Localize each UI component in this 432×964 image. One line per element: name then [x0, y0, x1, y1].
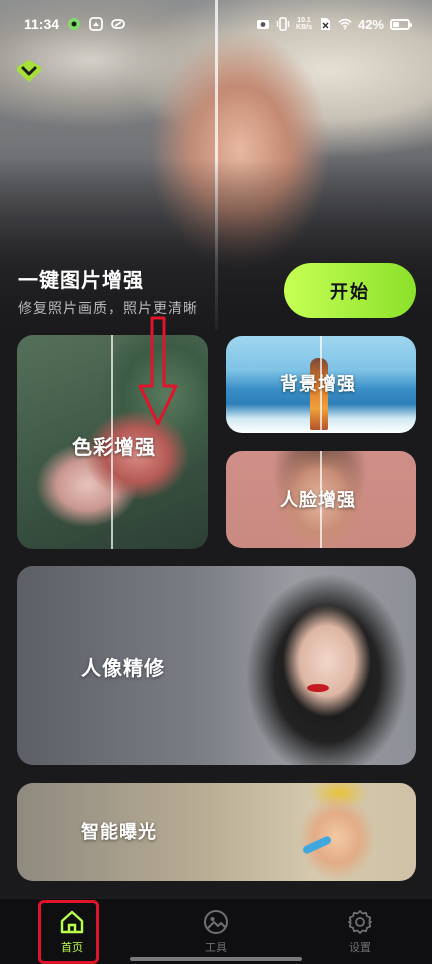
battery-icon: [390, 18, 412, 30]
chevron-down-icon: [17, 60, 41, 82]
nav-home[interactable]: 首页: [32, 909, 112, 959]
smart-exposure-card[interactable]: 智能曝光: [17, 783, 416, 881]
status-bar: 11:34 10.1 KB/s 42%: [0, 0, 432, 48]
gear-icon: [348, 910, 372, 934]
face-enhance-label: 人脸增强: [280, 490, 356, 511]
net-speed: 10.1 KB/s: [296, 17, 312, 31]
hero-subtitle: 修复照片画质，照片更清晰: [18, 301, 198, 317]
status-left: 11:34: [24, 16, 125, 32]
app-notification-icon: [68, 18, 81, 30]
home-icon: [60, 910, 84, 934]
portrait-lips: [307, 684, 329, 692]
nav-tools-label: 工具: [205, 941, 227, 954]
portrait-retouch-card[interactable]: 人像精修: [17, 566, 416, 765]
color-enhance-card[interactable]: 色彩增强: [17, 335, 208, 549]
nav-settings-label: 设置: [349, 941, 371, 954]
nav-settings[interactable]: 设置: [320, 909, 400, 959]
background-enhance-card[interactable]: 背景增强: [226, 336, 416, 433]
background-enhance-label: 背景增强: [280, 374, 356, 395]
collapse-button[interactable]: [14, 56, 44, 86]
color-enhance-label: 色彩增强: [72, 435, 156, 459]
vibrate-icon: [276, 17, 290, 31]
bottom-nav: 首页 工具 设置: [0, 898, 432, 964]
net-speed-unit: KB/s: [296, 24, 312, 31]
net-speed-value: 10.1: [297, 17, 311, 24]
battery-fill: [393, 21, 399, 27]
battery-percent: 42%: [357, 16, 384, 32]
home-indicator[interactable]: [130, 957, 302, 961]
toothbrush: [301, 835, 333, 855]
smart-exposure-label: 智能曝光: [81, 822, 157, 843]
wifi-icon: [338, 18, 352, 30]
gallery-icon: [89, 17, 103, 31]
face-enhance-card[interactable]: 人脸增强: [226, 451, 416, 548]
start-button[interactable]: 开始: [284, 263, 416, 318]
camera-icon: [257, 20, 270, 29]
image-tool-icon: [204, 910, 228, 934]
status-time: 11:34: [24, 16, 60, 32]
sim-off-icon: [320, 18, 330, 30]
nav-home-label: 首页: [61, 941, 83, 954]
hero-title: 一键图片增强: [18, 268, 144, 292]
app-screen: 11:34 10.1 KB/s 42% 一键图片增强 修复照片画质，照片更清晰 …: [0, 0, 432, 964]
link-icon: [111, 19, 125, 29]
nav-tools[interactable]: 工具: [176, 909, 256, 959]
portrait-retouch-label: 人像精修: [81, 656, 165, 680]
status-right: 10.1 KB/s 42%: [256, 16, 412, 32]
